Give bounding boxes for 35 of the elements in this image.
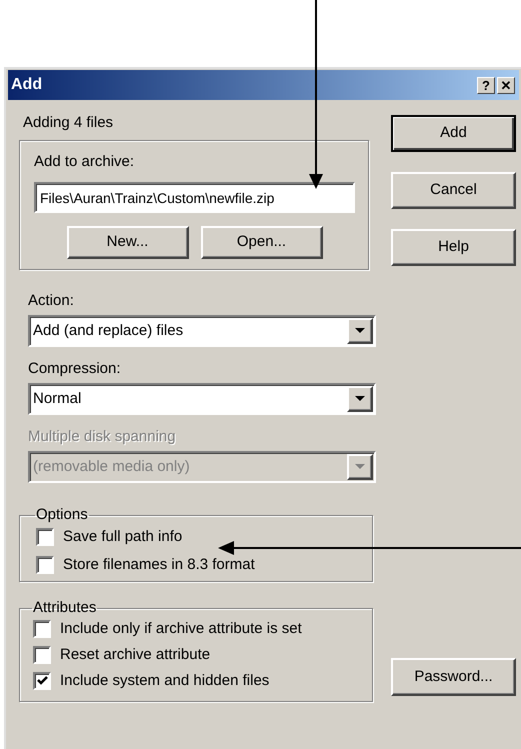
dropdown-arrow-button[interactable] bbox=[347, 386, 373, 412]
status-text: Adding 4 files bbox=[23, 113, 114, 132]
field-label: Compression: bbox=[28, 360, 122, 378]
dropdown[interactable]: Add (and replace) files bbox=[28, 315, 376, 347]
cancel-button[interactable]: Cancel bbox=[391, 172, 516, 209]
field-label: Action: bbox=[28, 292, 75, 310]
new-button[interactable]: New... bbox=[66, 226, 188, 258]
password-button[interactable]: Password... bbox=[391, 658, 516, 696]
check-icon bbox=[36, 676, 48, 686]
close-button[interactable]: ✕ bbox=[497, 76, 515, 94]
help-button[interactable]: ? bbox=[477, 76, 495, 94]
group-title: Options bbox=[35, 507, 89, 523]
window-title: Add bbox=[11, 75, 42, 95]
checkbox[interactable] bbox=[33, 646, 51, 664]
checkbox[interactable] bbox=[33, 620, 51, 638]
open-button[interactable]: Open... bbox=[200, 226, 322, 258]
dropdown[interactable]: Normal bbox=[28, 383, 376, 415]
checkbox-label: Include system and hidden files bbox=[60, 670, 270, 691]
caret-icon bbox=[355, 328, 365, 334]
caret-icon bbox=[355, 396, 365, 402]
field-label: Multiple disk spanning bbox=[28, 428, 177, 446]
checkbox-label: Save full path info bbox=[63, 526, 182, 547]
checkbox[interactable] bbox=[36, 528, 54, 546]
help-button[interactable]: Help bbox=[391, 229, 516, 266]
checkbox[interactable] bbox=[36, 556, 54, 574]
group-title: Attributes bbox=[32, 600, 98, 616]
checkbox-label: Store filenames in 8.3 format bbox=[63, 554, 255, 575]
dropdown-arrow-button[interactable] bbox=[347, 318, 373, 344]
checkbox[interactable] bbox=[33, 672, 51, 690]
archive-label: Add to archive: bbox=[34, 152, 136, 172]
checkbox-label: Reset archive attribute bbox=[60, 644, 210, 665]
archive-path-field[interactable]: Files\Auran\Trainz\Custom\newfile.zip bbox=[34, 182, 355, 212]
add-button[interactable]: Add bbox=[391, 115, 516, 152]
caret-icon bbox=[355, 464, 365, 470]
checkbox-label: Include only if archive attribute is set bbox=[60, 618, 302, 639]
